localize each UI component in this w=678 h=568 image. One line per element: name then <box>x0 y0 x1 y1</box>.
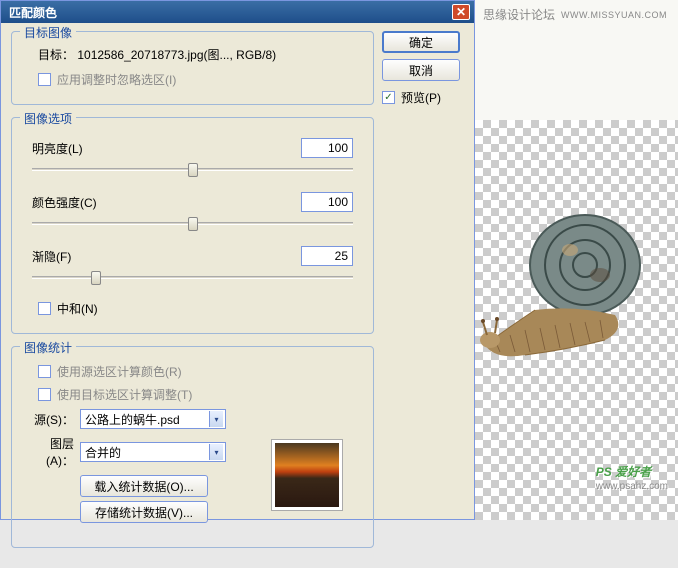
ok-button[interactable]: 确定 <box>382 31 460 53</box>
right-column: 确定 取消 ✓ 预览(P) <box>374 31 464 560</box>
neutralize-checkbox[interactable] <box>38 302 51 315</box>
color-intensity-input[interactable] <box>301 192 353 212</box>
left-column: 目标图像 目标： 1012586_20718773.jpg(图..., RGB/… <box>11 31 374 560</box>
luminance-input[interactable] <box>301 138 353 158</box>
target-label: 目标： <box>38 48 74 62</box>
use-target-selection-label: 使用目标选区计算调整(T) <box>57 386 192 403</box>
layer-value: 合并的 <box>85 444 121 461</box>
preview-label: 预览(P) <box>401 89 441 106</box>
watermark-top-url: WWW.MISSYUAN.COM <box>561 10 667 20</box>
watermark-bottom-url: www.psahz.com <box>596 481 668 492</box>
neutralize-row[interactable]: 中和(N) <box>38 300 361 317</box>
use-target-selection-checkbox <box>38 388 51 401</box>
slider-thumb[interactable] <box>188 163 198 177</box>
fade-label: 渐隐(F) <box>32 248 71 265</box>
titlebar[interactable]: 匹配颜色 ✕ <box>1 1 474 23</box>
image-stats-fieldset: 图像统计 使用源选区计算颜色(R) 使用目标选区计算调整(T) 源(S)： <box>11 346 374 548</box>
ignore-selection-label: 应用调整时忽略选区(I) <box>57 71 176 88</box>
color-intensity-group: 颜色强度(C) <box>32 192 353 232</box>
fade-input[interactable] <box>301 246 353 266</box>
image-options-fieldset: 图像选项 明亮度(L) 颜色强度(C) <box>11 117 374 334</box>
color-intensity-slider[interactable] <box>32 216 353 232</box>
luminance-slider[interactable] <box>32 162 353 178</box>
match-color-dialog: 匹配颜色 ✕ 目标图像 目标： 1012586_20718773.jpg(图..… <box>0 0 475 520</box>
source-label: 源(S)： <box>24 411 74 428</box>
color-intensity-label: 颜色强度(C) <box>32 194 97 211</box>
load-stats-button[interactable]: 载入统计数据(O)... <box>80 475 208 497</box>
watermark-bottom: PS 爱好者 www.psahz.com <box>596 460 668 492</box>
image-stats-legend: 图像统计 <box>20 339 76 356</box>
target-image-legend: 目标图像 <box>20 24 76 41</box>
luminance-label: 明亮度(L) <box>32 140 83 157</box>
source-row: 源(S)： 公路上的蜗牛.psd ▾ <box>24 409 361 429</box>
use-target-selection-row: 使用目标选区计算调整(T) <box>38 386 361 403</box>
chevron-down-icon: ▾ <box>209 411 223 427</box>
dialog-title: 匹配颜色 <box>5 4 57 21</box>
slider-thumb[interactable] <box>91 271 101 285</box>
watermark-top-text: 思缘设计论坛 <box>483 6 555 23</box>
source-thumbnail <box>271 439 343 511</box>
snail-image <box>475 180 655 380</box>
use-source-selection-checkbox <box>38 365 51 378</box>
target-image-fieldset: 目标图像 目标： 1012586_20718773.jpg(图..., RGB/… <box>11 31 374 105</box>
use-source-selection-row: 使用源选区计算颜色(R) <box>38 363 361 380</box>
source-value: 公路上的蜗牛.psd <box>85 411 180 428</box>
watermark-top: 思缘设计论坛 WWW.MISSYUAN.COM <box>483 6 667 23</box>
close-button[interactable]: ✕ <box>452 4 470 20</box>
cancel-button[interactable]: 取消 <box>382 59 460 81</box>
ignore-selection-row: 应用调整时忽略选区(I) <box>38 71 361 88</box>
fade-group: 渐隐(F) <box>32 246 353 286</box>
neutralize-label: 中和(N) <box>57 300 98 317</box>
ignore-selection-checkbox <box>38 73 51 86</box>
watermark-brand: PS 爱好者 <box>596 465 651 479</box>
layer-label: 图层(A)： <box>24 435 74 469</box>
source-select[interactable]: 公路上的蜗牛.psd ▾ <box>80 409 226 429</box>
chevron-down-icon: ▾ <box>209 444 223 460</box>
target-value: 1012586_20718773.jpg(图..., RGB/8) <box>77 48 276 62</box>
dialog-content: 目标图像 目标： 1012586_20718773.jpg(图..., RGB/… <box>1 23 474 568</box>
slider-thumb[interactable] <box>188 217 198 231</box>
target-line: 目标： 1012586_20718773.jpg(图..., RGB/8) <box>38 46 361 63</box>
background-panel: 思缘设计论坛 WWW.MISSYUAN.COM PS 爱好者 <box>475 0 678 520</box>
thumbnail-image <box>275 443 339 507</box>
fade-slider[interactable] <box>32 270 353 286</box>
slider-track <box>32 276 353 279</box>
luminance-group: 明亮度(L) <box>32 138 353 178</box>
use-source-selection-label: 使用源选区计算颜色(R) <box>57 363 182 380</box>
image-options-legend: 图像选项 <box>20 110 76 127</box>
layer-select[interactable]: 合并的 ▾ <box>80 442 226 462</box>
preview-checkbox[interactable]: ✓ <box>382 91 395 104</box>
preview-row[interactable]: ✓ 预览(P) <box>382 89 464 106</box>
close-icon: ✕ <box>456 5 466 19</box>
canvas-transparent-area: PS 爱好者 www.psahz.com <box>475 120 678 520</box>
